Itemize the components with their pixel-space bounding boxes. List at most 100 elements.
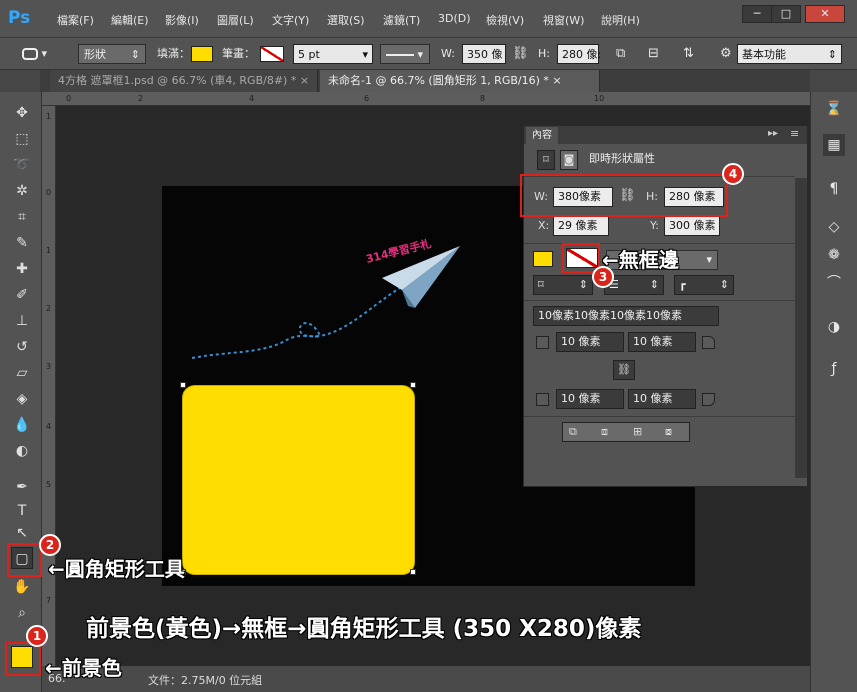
crop-tool-icon[interactable]: ⌗ [11, 206, 33, 228]
document-size: 文件：2.75M/0 位元組 [148, 674, 263, 687]
clone-stamp-tool-icon[interactable]: ⊥ [11, 310, 33, 332]
tool-preset-picker[interactable]: ▾ [22, 44, 70, 64]
tab-document-2[interactable]: 未命名-1 @ 66.7% (圓角矩形 1, RGB/16) * × [320, 70, 600, 92]
marquee-tool-icon[interactable]: ⬚ [11, 128, 33, 150]
menu-help[interactable]: 說明(H) [601, 12, 640, 28]
menu-window[interactable]: 視窗(W) [543, 12, 584, 28]
corner-checkbox-top-left[interactable] [536, 336, 549, 349]
corner-checkbox-top-right[interactable] [702, 336, 715, 349]
path-operations-icon[interactable]: ⧉ [616, 44, 625, 64]
height-field[interactable]: 280 像: [557, 44, 601, 64]
path-alignment-icon[interactable]: ⊟ [648, 44, 659, 64]
menu-file[interactable]: 檔案(F) [57, 12, 94, 28]
chevron-down-icon: ⇕ [578, 278, 588, 291]
fill-swatch[interactable] [191, 44, 219, 64]
shape-properties-icon[interactable]: ⌑ [537, 150, 555, 170]
corner-radius-top-right[interactable]: 10 像素 [628, 332, 696, 352]
callout-foreground: ←前景色 [45, 656, 122, 680]
corner-radius-summary[interactable]: 10像素10像素10像素10像素 [533, 306, 719, 326]
subtract-shape-icon[interactable]: ⧈ [601, 423, 608, 441]
prop-x-field[interactable]: 29 像素 [553, 216, 609, 236]
stroke-width-field[interactable]: 5 pt ▾ [293, 44, 373, 64]
pen-tool-icon[interactable]: ✒ [11, 476, 33, 498]
callout-rounded-rect-tool: ←圓角矩形工具 [48, 557, 185, 581]
close-button[interactable]: ✕ [805, 5, 845, 23]
layers-panel-icon[interactable]: ◇ [823, 216, 845, 238]
stroke-align-dropdown[interactable]: ⌑ ⇕ [533, 275, 593, 295]
stroke-align-icon: ⌑ [538, 278, 544, 291]
path-arrangement-icon[interactable]: ⇅ [683, 44, 694, 64]
menu-layer[interactable]: 圖層(L) [217, 12, 254, 28]
corner-radius-top-left[interactable]: 10 像素 [556, 332, 624, 352]
rounded-rectangle-shape[interactable] [182, 385, 415, 575]
properties-panel-header: 內容 ▸▸ ≡ [524, 126, 807, 144]
stroke-swatch[interactable] [260, 44, 288, 64]
ruler-horizontal: 0 2 4 6 8 10 [42, 92, 810, 106]
styles-panel-icon[interactable]: ƒ [823, 358, 845, 380]
chevron-down-icon: ⇕ [827, 48, 837, 61]
corner-radius-bottom-left[interactable]: 10 像素 [556, 389, 624, 409]
dodge-tool-icon[interactable]: ◐ [11, 440, 33, 462]
eyedropper-tool-icon[interactable]: ✎ [11, 232, 33, 254]
panel-menu-icon[interactable]: ≡ [790, 127, 799, 140]
prop-y-field[interactable]: 300 像素 [664, 216, 720, 236]
link-corners-icon[interactable]: ⛓ [613, 360, 635, 380]
mode-dropdown[interactable]: 形狀 ⇕ [78, 44, 146, 64]
history-brush-tool-icon[interactable]: ↺ [11, 336, 33, 358]
workspace-dropdown[interactable]: 基本功能 ⇕ [737, 44, 842, 64]
healing-brush-tool-icon[interactable]: ✚ [11, 258, 33, 280]
prop-fill-swatch[interactable] [533, 250, 559, 270]
paint-bucket-tool-icon[interactable]: ◈ [11, 388, 33, 410]
tab-document-1[interactable]: 4方格 遮罩框1.psd @ 66.7% (車4, RGB/8#) * × [50, 70, 318, 92]
stroke-type-dropdown[interactable]: ▾ [380, 44, 430, 64]
link-icon[interactable]: ⛓ [512, 44, 529, 64]
restore-button[interactable]: □ [771, 5, 801, 23]
adjustments-panel-icon[interactable]: ◑ [823, 316, 845, 338]
close-icon[interactable]: × [300, 74, 309, 87]
stroke-corners-dropdown[interactable]: ┏ ⇕ [674, 275, 734, 295]
transform-handle[interactable] [410, 382, 416, 388]
gear-icon[interactable]: ⚙ [720, 44, 732, 64]
width-field[interactable]: 350 像 [462, 44, 506, 64]
menu-edit[interactable]: 編輯(E) [111, 12, 149, 28]
combine-shapes-icon[interactable]: ⧉ [569, 423, 577, 441]
magic-wand-tool-icon[interactable]: ✲ [11, 180, 33, 202]
move-tool-icon[interactable]: ✥ [11, 102, 33, 124]
chevron-down-icon: ▾ [362, 48, 368, 61]
highlight-size-fields [520, 174, 728, 217]
brush-tool-icon[interactable]: ✐ [11, 284, 33, 306]
menu-image[interactable]: 影像(I) [165, 12, 199, 28]
tab-properties[interactable]: 內容 [526, 127, 558, 144]
minimize-button[interactable]: ─ [742, 5, 772, 23]
transform-handle[interactable] [180, 382, 186, 388]
properties-title: 即時形狀屬性 [589, 152, 655, 165]
path-selection-tool-icon[interactable]: ↖ [11, 522, 33, 544]
history-panel-icon[interactable]: ⌛ [823, 98, 845, 120]
collapse-icon[interactable]: ▸▸ [768, 128, 778, 139]
eraser-tool-icon[interactable]: ▱ [11, 362, 33, 384]
corner-radius-bottom-right[interactable]: 10 像素 [628, 389, 696, 409]
lasso-tool-icon[interactable]: ➰ [11, 154, 33, 176]
corner-checkbox-bottom-right[interactable] [702, 393, 715, 406]
menu-type[interactable]: 文字(Y) [272, 12, 309, 28]
blur-tool-icon[interactable]: 💧 [11, 414, 33, 436]
hand-tool-icon[interactable]: ✋ [11, 576, 33, 598]
properties-panel-icon[interactable]: ▦ [823, 134, 845, 156]
type-tool-icon[interactable]: T [11, 500, 33, 522]
menu-filter[interactable]: 濾鏡(T) [383, 12, 420, 28]
paragraph-panel-icon[interactable]: ¶ [823, 178, 845, 200]
photoshop-logo: Ps [8, 8, 31, 28]
intersect-shapes-icon[interactable]: ⊞ [633, 423, 642, 441]
zoom-tool-icon[interactable]: ⌕ [11, 602, 33, 624]
exclude-overlap-icon[interactable]: ⧇ [665, 423, 672, 441]
channels-panel-icon[interactable]: ❁ [823, 244, 845, 266]
panel-scrollbar[interactable] [795, 178, 807, 478]
menu-select[interactable]: 選取(S) [327, 12, 365, 28]
mask-properties-icon[interactable]: ◙ [560, 150, 578, 170]
menu-view[interactable]: 檢視(V) [486, 12, 524, 28]
close-icon[interactable]: × [552, 74, 561, 87]
transform-handle[interactable] [410, 569, 416, 575]
corner-checkbox-bottom-left[interactable] [536, 393, 549, 406]
menu-3d[interactable]: 3D(D) [438, 12, 471, 25]
paths-panel-icon[interactable]: ⌒ [823, 272, 845, 294]
